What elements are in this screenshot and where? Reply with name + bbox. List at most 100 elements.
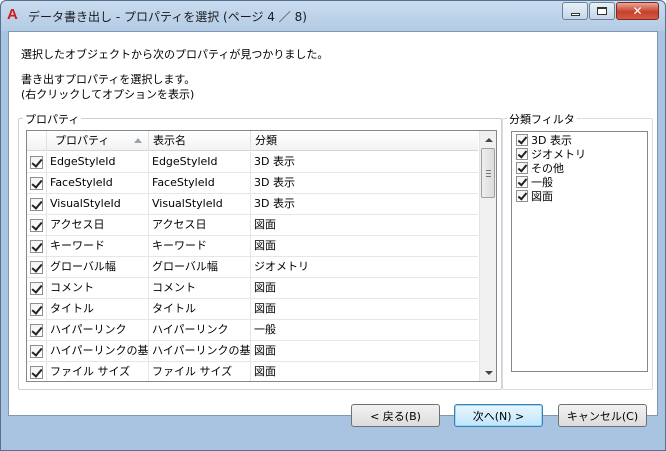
header-property[interactable]: プロパティ	[47, 131, 149, 151]
row-checkbox-cell	[27, 320, 47, 340]
table-row[interactable]: アクセス日 アクセス日 図面	[27, 215, 478, 236]
cell-property: グローバル幅	[47, 257, 149, 277]
header-property-label: プロパティ	[55, 134, 110, 147]
close-button[interactable]: ✕	[616, 2, 659, 20]
row-checkbox[interactable]	[30, 365, 43, 379]
caption-buttons: ✕	[562, 2, 659, 20]
filter-group-label: 分類フィルタ	[507, 111, 577, 127]
header-display-name-label: 表示名	[153, 134, 186, 147]
filter-checkbox[interactable]	[516, 134, 528, 146]
cell-display-name[interactable]: コメント	[149, 278, 251, 298]
cell-category: 図面	[254, 302, 276, 315]
row-checkbox[interactable]	[30, 281, 43, 295]
row-checkbox[interactable]	[30, 344, 43, 358]
title-bar[interactable]: A データ書き出し - プロパティを選択 (ページ 4 ／ 8) ✕	[1, 1, 665, 31]
hint-message: (右クリックしてオプションを表示)	[21, 88, 195, 101]
cell-display-name[interactable]: アクセス日	[149, 215, 251, 235]
cell-property: コメント	[47, 278, 149, 298]
filter-checkbox[interactable]	[516, 176, 528, 188]
cancel-button-label: キャンセル(C)	[566, 409, 639, 423]
cell-property: ハイパーリンクの基...	[47, 341, 149, 361]
header-category[interactable]: 分類	[251, 131, 478, 151]
properties-group-label: プロパティ	[23, 111, 82, 127]
cell-property: ハイパーリンク	[47, 320, 149, 340]
filter-item-label: 図面	[531, 190, 553, 203]
table-row[interactable]: コメント コメント 図面	[27, 278, 478, 299]
header-category-label: 分類	[255, 134, 277, 147]
row-checkbox[interactable]	[30, 239, 43, 253]
cell-category: 図面	[254, 218, 276, 231]
header-display-name[interactable]: 表示名	[149, 131, 251, 151]
cell-display-name[interactable]: タイトル	[149, 299, 251, 319]
cell-category: 3D 表示	[254, 155, 295, 168]
row-checkbox-cell	[27, 299, 47, 319]
row-checkbox-cell	[27, 152, 47, 172]
cell-category: 図面	[254, 281, 276, 294]
found-message: 選択したオブジェクトから次のプロパティが見つかりました。	[21, 48, 329, 61]
table-row[interactable]: タイトル タイトル 図面	[27, 299, 478, 320]
app-logo-icon: A	[7, 6, 18, 23]
row-checkbox[interactable]	[30, 302, 43, 316]
next-button[interactable]: 次へ(N) >	[454, 404, 543, 427]
dialog-body: 選択したオブジェクトから次のプロパティが見つかりました。 書き出すプロパティを選…	[8, 31, 658, 427]
row-checkbox-cell	[27, 278, 47, 298]
row-checkbox[interactable]	[30, 323, 43, 337]
filter-item[interactable]: 図面	[512, 189, 647, 203]
scroll-down-icon	[484, 370, 493, 375]
grip-line	[486, 173, 491, 174]
grip-icon	[486, 170, 491, 171]
table-row[interactable]: ファイル サイズ ファイル サイズ 図面	[27, 362, 478, 381]
cell-display-name[interactable]: FaceStyleId	[149, 173, 251, 193]
back-button-label: < 戻る(B)	[370, 409, 421, 423]
row-checkbox[interactable]	[30, 176, 43, 190]
table-row[interactable]: キーワード キーワード 図面	[27, 236, 478, 257]
scroll-up-button[interactable]	[480, 131, 496, 148]
grip-line	[486, 176, 491, 177]
cell-display-name[interactable]: EdgeStyleId	[149, 152, 251, 172]
scroll-thumb[interactable]	[481, 148, 495, 198]
table-row[interactable]: FaceStyleId FaceStyleId 3D 表示	[27, 173, 478, 194]
cell-property: EdgeStyleId	[47, 152, 149, 172]
scroll-down-button[interactable]	[480, 364, 496, 381]
filter-item[interactable]: ジオメトリ	[512, 147, 647, 161]
filter-item[interactable]: 一般	[512, 175, 647, 189]
table-row[interactable]: ハイパーリンク ハイパーリンク 一般	[27, 320, 478, 341]
row-checkbox[interactable]	[30, 218, 43, 232]
cell-property: FaceStyleId	[47, 173, 149, 193]
filter-item[interactable]: その他	[512, 161, 647, 175]
row-checkbox[interactable]	[30, 260, 43, 274]
cell-display-name[interactable]: ハイパーリンク	[149, 320, 251, 340]
properties-list[interactable]: プロパティ 表示名 分類 EdgeStyleId EdgeStyleId 3D 表示…	[26, 130, 497, 382]
header-checkbox-column[interactable]	[27, 131, 47, 151]
back-button[interactable]: < 戻る(B)	[351, 404, 440, 427]
maximize-icon	[597, 7, 607, 15]
filter-checkbox[interactable]	[516, 148, 528, 160]
filter-checkbox[interactable]	[516, 190, 528, 202]
maximize-button[interactable]	[589, 2, 615, 20]
cell-category: 図面	[254, 239, 276, 252]
table-row[interactable]: ハイパーリンクの基... ハイパーリンクの基... 図面	[27, 341, 478, 362]
cell-display-name[interactable]: VisualStyleId	[149, 194, 251, 214]
instruction-message: 書き出すプロパティを選択します。	[21, 73, 196, 86]
vertical-scrollbar[interactable]	[479, 131, 496, 381]
cell-category: 図面	[254, 344, 276, 357]
filter-checkbox[interactable]	[516, 162, 528, 174]
scroll-up-icon	[484, 137, 493, 142]
dialog-window: A データ書き出し - プロパティを選択 (ページ 4 ／ 8) ✕ 選択したオ…	[0, 0, 666, 451]
row-checkbox[interactable]	[30, 155, 43, 169]
cancel-button[interactable]: キャンセル(C)	[558, 404, 647, 427]
row-checkbox-cell	[27, 173, 47, 193]
category-filter-list[interactable]: 3D 表示 ジオメトリ その他 一般 図面	[511, 131, 648, 372]
cell-display-name[interactable]: グローバル幅	[149, 257, 251, 277]
table-row[interactable]: グローバル幅 グローバル幅 ジオメトリ	[27, 257, 478, 278]
cell-property: キーワード	[47, 236, 149, 256]
minimize-button[interactable]	[562, 2, 588, 20]
row-checkbox[interactable]	[30, 197, 43, 211]
cell-category: 3D 表示	[254, 197, 295, 210]
filter-item[interactable]: 3D 表示	[512, 133, 647, 147]
table-row[interactable]: EdgeStyleId EdgeStyleId 3D 表示	[27, 152, 478, 173]
cell-display-name[interactable]: ハイパーリンクの基...	[149, 341, 251, 361]
table-row[interactable]: VisualStyleId VisualStyleId 3D 表示	[27, 194, 478, 215]
cell-display-name[interactable]: キーワード	[149, 236, 251, 256]
cell-display-name[interactable]: ファイル サイズ	[149, 362, 251, 381]
